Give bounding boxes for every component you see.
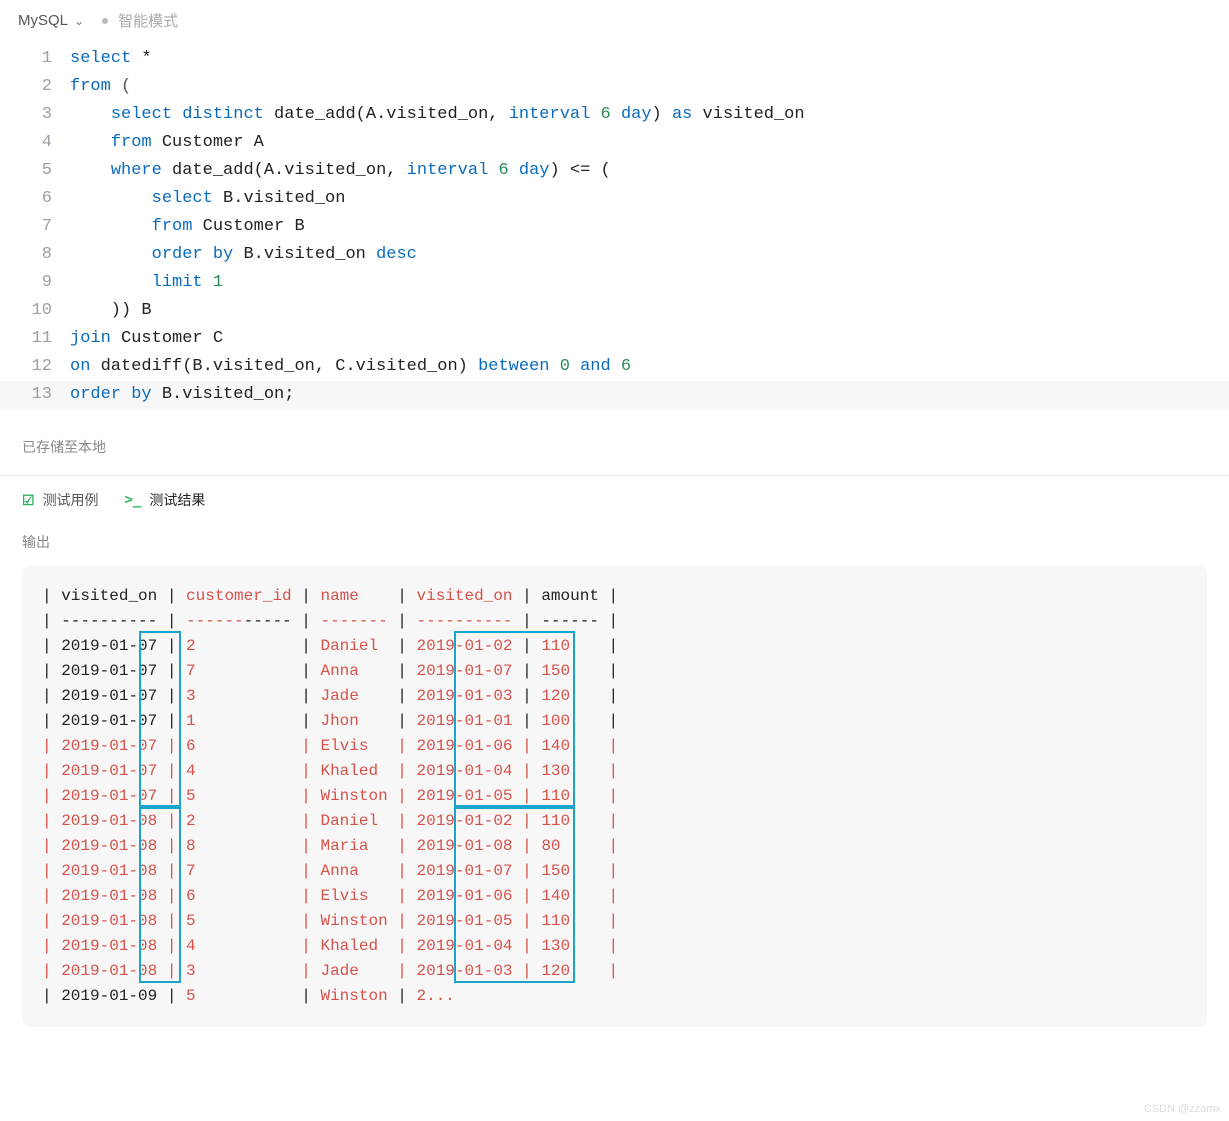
code-content[interactable]: from Customer B: [70, 213, 1229, 241]
db-selector-label: MySQL: [18, 12, 68, 29]
watermark: CSDN @zzamx: [1144, 1103, 1221, 1115]
code-content[interactable]: from Customer A: [70, 129, 1229, 157]
line-number: 9: [0, 269, 70, 297]
code-line[interactable]: 6 select B.visited_on: [0, 185, 1229, 213]
output-box[interactable]: | visited_on | customer_id | name | visi…: [22, 566, 1207, 1027]
result-tabs: ☑ 测试用例 >_ 测试结果: [0, 475, 1229, 532]
code-content[interactable]: order by B.visited_on desc: [70, 241, 1229, 269]
output-row: | 2019-01-07 | 3 | Jade | 2019-01-03 | 1…: [42, 684, 1187, 709]
mode-label: 智能模式: [118, 10, 178, 31]
line-number: 12: [0, 353, 70, 381]
line-number: 8: [0, 241, 70, 269]
line-number: 1: [0, 45, 70, 73]
code-content[interactable]: from (: [70, 73, 1229, 101]
code-line[interactable]: 11join Customer C: [0, 325, 1229, 353]
output-row: | 2019-01-08 | 5 | Winston | 2019-01-05 …: [42, 909, 1187, 934]
tab-results-label: 测试结果: [149, 490, 205, 510]
code-line[interactable]: 4 from Customer A: [0, 129, 1229, 157]
line-number: 6: [0, 185, 70, 213]
output-row: | 2019-01-07 | 6 | Elvis | 2019-01-06 | …: [42, 734, 1187, 759]
separator-dot-icon: [102, 18, 108, 24]
code-line[interactable]: 5 where date_add(A.visited_on, interval …: [0, 157, 1229, 185]
line-number: 7: [0, 213, 70, 241]
code-content[interactable]: select B.visited_on: [70, 185, 1229, 213]
output-row: | 2019-01-08 | 6 | Elvis | 2019-01-06 | …: [42, 884, 1187, 909]
output-row: | 2019-01-08 | 8 | Maria | 2019-01-08 | …: [42, 834, 1187, 859]
code-content[interactable]: on datediff(B.visited_on, C.visited_on) …: [70, 353, 1229, 381]
output-row: | 2019-01-07 | 1 | Jhon | 2019-01-01 | 1…: [42, 709, 1187, 734]
code-line[interactable]: 3 select distinct date_add(A.visited_on,…: [0, 101, 1229, 129]
code-line[interactable]: 1select *: [0, 45, 1229, 73]
output-row: | 2019-01-08 | 7 | Anna | 2019-01-07 | 1…: [42, 859, 1187, 884]
output-panel: 输出 | visited_on | customer_id | name | v…: [0, 532, 1229, 1055]
tab-testcases[interactable]: ☑ 测试用例: [22, 490, 99, 510]
code-line[interactable]: 9 limit 1: [0, 269, 1229, 297]
output-row: | 2019-01-08 | 3 | Jade | 2019-01-03 | 1…: [42, 959, 1187, 984]
output-row: | 2019-01-08 | 2 | Daniel | 2019-01-02 |…: [42, 809, 1187, 834]
line-number: 13: [0, 381, 70, 409]
output-row: | ---------- | ----------- | ------- | -…: [42, 609, 1187, 634]
output-row: | 2019-01-07 | 4 | Khaled | 2019-01-04 |…: [42, 759, 1187, 784]
chevron-down-icon: ⌄: [74, 14, 84, 28]
code-content[interactable]: )) B: [70, 297, 1229, 325]
code-content[interactable]: order by B.visited_on;: [70, 381, 1229, 409]
output-row: | visited_on | customer_id | name | visi…: [42, 584, 1187, 609]
output-row: | 2019-01-09 | 5 | Winston | 2...: [42, 984, 1187, 1009]
check-icon: ☑: [22, 492, 35, 509]
output-row: | 2019-01-07 | 5 | Winston | 2019-01-05 …: [42, 784, 1187, 809]
line-number: 2: [0, 73, 70, 101]
output-row: | 2019-01-08 | 4 | Khaled | 2019-01-04 |…: [42, 934, 1187, 959]
line-number: 11: [0, 325, 70, 353]
code-content[interactable]: select distinct date_add(A.visited_on, i…: [70, 101, 1229, 129]
code-line[interactable]: 7 from Customer B: [0, 213, 1229, 241]
tab-results[interactable]: >_ 测试结果: [125, 490, 206, 510]
line-number: 3: [0, 101, 70, 129]
line-number: 10: [0, 297, 70, 325]
code-line[interactable]: 8 order by B.visited_on desc: [0, 241, 1229, 269]
code-content[interactable]: limit 1: [70, 269, 1229, 297]
line-number: 4: [0, 129, 70, 157]
terminal-icon: >_: [125, 492, 142, 508]
output-row: | 2019-01-07 | 2 | Daniel | 2019-01-02 |…: [42, 634, 1187, 659]
db-selector[interactable]: MySQL ⌄: [18, 12, 84, 29]
code-content[interactable]: where date_add(A.visited_on, interval 6 …: [70, 157, 1229, 185]
code-line[interactable]: 2from (: [0, 73, 1229, 101]
output-row: | 2019-01-07 | 7 | Anna | 2019-01-07 | 1…: [42, 659, 1187, 684]
sql-editor[interactable]: 1select *2from (3 select distinct date_a…: [0, 41, 1229, 417]
editor-top-bar: MySQL ⌄ 智能模式: [0, 0, 1229, 41]
code-line[interactable]: 10 )) B: [0, 297, 1229, 325]
code-line[interactable]: 12on datediff(B.visited_on, C.visited_on…: [0, 353, 1229, 381]
save-status: 已存储至本地: [0, 417, 1229, 475]
code-content[interactable]: select *: [70, 45, 1229, 73]
line-number: 5: [0, 157, 70, 185]
code-line[interactable]: 13order by B.visited_on;: [0, 381, 1229, 409]
output-label: 输出: [22, 532, 1207, 552]
code-content[interactable]: join Customer C: [70, 325, 1229, 353]
tab-testcases-label: 测试用例: [43, 490, 99, 510]
